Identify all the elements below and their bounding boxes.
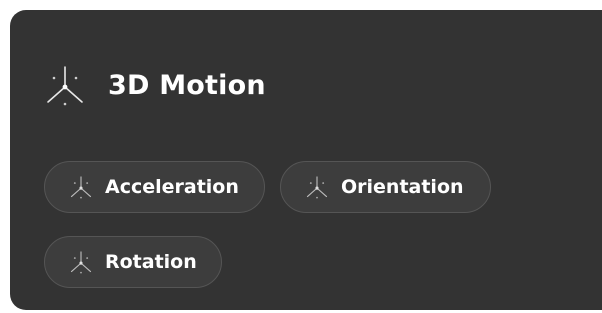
axes-3d-icon	[47, 66, 83, 106]
chip-rotation[interactable]: Rotation	[44, 236, 222, 288]
axes-3d-icon	[70, 176, 92, 199]
chip-label: Orientation	[341, 176, 464, 198]
card-header: 3D Motion	[40, 60, 266, 110]
chip-label: Rotation	[105, 251, 197, 273]
motion-card: 3D Motion Acceleration Orientation Rotat…	[10, 10, 602, 310]
chip-label: Acceleration	[105, 176, 239, 198]
card-title: 3D Motion	[108, 69, 266, 101]
axes-3d-icon	[306, 176, 328, 199]
chip-orientation[interactable]: Orientation	[280, 161, 491, 213]
axes-3d-icon	[70, 251, 92, 274]
chip-acceleration[interactable]: Acceleration	[44, 161, 265, 213]
